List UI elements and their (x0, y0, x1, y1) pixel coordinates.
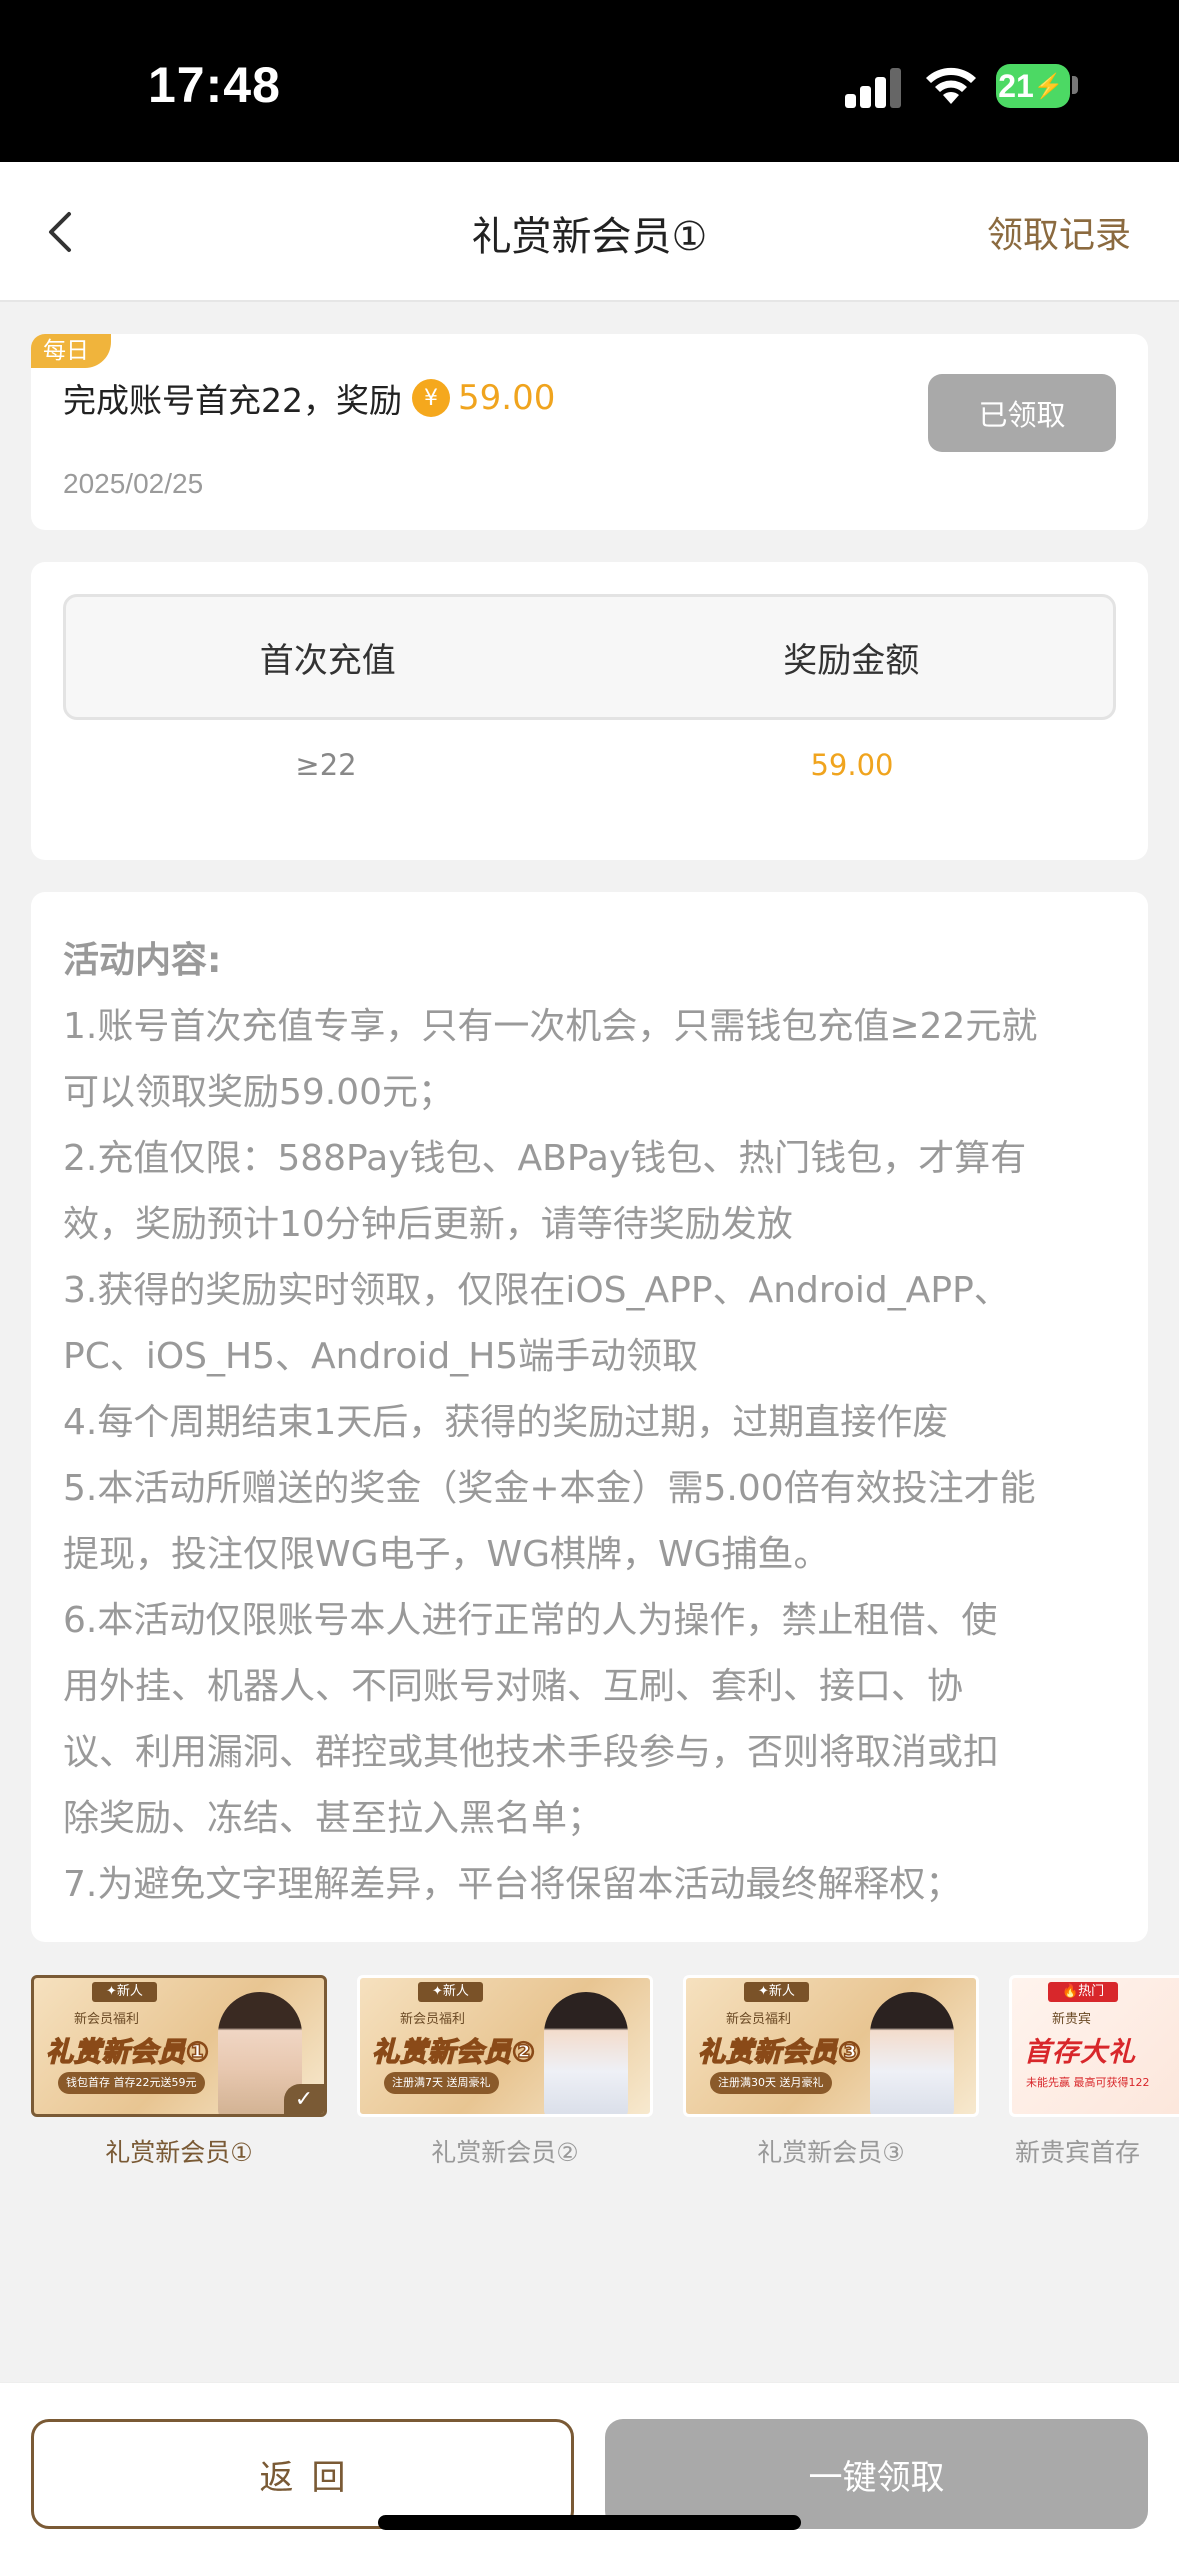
header-reward-amount: 奖励金额 (783, 640, 920, 681)
home-indicator (378, 2515, 801, 2530)
activity-banner[interactable]: 🔥热门 新贵宾 首存大礼 未能先赢 最高可获得122 (1009, 1975, 1179, 2117)
activity-item-2[interactable]: ✦新人 新会员福利 礼赏新会员② 注册满7天 送周豪礼 礼赏新会员② (357, 1975, 653, 2169)
status-bar: 17:48 21 ⚡ (0, 0, 1179, 162)
rule-line: 用外挂、机器人、不同账号对赌、互刷、套利、接口、协 (63, 1666, 964, 1707)
claim-records-link[interactable]: 领取记录 (987, 206, 1131, 258)
rule-line: 效，奖励预计10分钟后更新，请等待奖励发放 (63, 1204, 793, 1245)
hot-badge: 🔥热门 (1048, 1982, 1119, 2002)
banner-subtitle: 新贵宾 (1052, 2012, 1092, 2027)
new-badge: ✦新人 (92, 1982, 157, 2002)
model-image (870, 1992, 954, 2114)
activity-label: 礼赏新会员③ (757, 2138, 905, 2167)
nav-bar: 礼赏新会员① 领取记录 (0, 162, 1179, 302)
header-first-deposit: 首次充值 (259, 640, 396, 681)
rule-line: 5.本活动所赠送的奖金（奖金+本金）需5.00倍有效投注才能 (63, 1468, 1036, 1509)
battery-cap (1072, 76, 1078, 94)
new-badge: ✦新人 (744, 1982, 809, 2002)
battery-level: 21 (998, 67, 1034, 104)
banner-note: 注册满30天 送月豪礼 (710, 2072, 832, 2094)
activity-label: 新贵宾首存 (1015, 2138, 1141, 2167)
activity-rules-card: 活动内容: 1.账号首次充值专享，只有一次机会，只需钱包充值≥22元就 可以领取… (31, 892, 1148, 1942)
rule-line: 可以领取奖励59.00元； (63, 1072, 455, 1113)
banner-subtitle: 新会员福利 (400, 2012, 466, 2027)
selected-check-icon: ✓ (284, 2084, 324, 2114)
battery-icon: 21 ⚡ (996, 64, 1070, 108)
cellular-signal-icon (845, 66, 903, 108)
task-description: 完成账号首充22，奖励 ¥ 59.00 (63, 374, 555, 422)
activity-carousel[interactable]: ✦新人 新会员福利 礼赏新会员① 钱包首存 首存22元送59元 ✓ 礼赏新会员①… (31, 1975, 1179, 2175)
wifi-icon (926, 67, 976, 104)
activity-item-1[interactable]: ✦新人 新会员福利 礼赏新会员① 钱包首存 首存22元送59元 ✓ 礼赏新会员① (31, 1975, 327, 2169)
task-card: 每日 完成账号首充22，奖励 ¥ 59.00 2025/02/25 已领取 (31, 334, 1148, 530)
rule-line: 1.账号首次充值专享，只有一次机会，只需钱包充值≥22元就 (63, 1006, 1038, 1047)
rule-line: 6.本活动仅限账号本人进行正常的人为操作，禁止租借、使 (63, 1600, 998, 1641)
return-button[interactable]: 返回 (31, 2419, 574, 2529)
rule-line: 3.获得的奖励实时领取，仅限在iOS_APP、Android_APP、 (63, 1270, 1010, 1311)
task-date: 2025/02/25 (63, 468, 204, 499)
activity-label: 礼赏新会员② (431, 2138, 579, 2167)
activity-item-4[interactable]: 🔥热门 新贵宾 首存大礼 未能先赢 最高可获得122 新贵宾首存 (1009, 1975, 1179, 2169)
rules-title: 活动内容: (63, 940, 222, 981)
daily-tag: 每日 (31, 334, 111, 368)
rule-line: 议、利用漏洞、群控或其他技术手段参与，否则将取消或扣 (63, 1732, 1000, 1773)
task-text: 完成账号首充22，奖励 (63, 381, 402, 420)
banner-subtitle: 新会员福利 (726, 2012, 792, 2027)
cell-reward-value: 59.00 (810, 748, 894, 782)
activity-item-3[interactable]: ✦新人 新会员福利 礼赏新会员③ 注册满30天 送月豪礼 礼赏新会员③ (683, 1975, 979, 2169)
rule-line: 除奖励、冻结、甚至拉入黑名单； (63, 1798, 604, 1839)
banner-title: 礼赏新会员③ (697, 2036, 862, 2069)
reward-table-card: 首次充值 奖励金额 ≥22 59.00 (31, 562, 1148, 860)
activity-banner[interactable]: ✦新人 新会员福利 礼赏新会员② 注册满7天 送周豪礼 (357, 1975, 653, 2117)
banner-subtitle: 新会员福利 (74, 2012, 140, 2027)
table-header: 首次充值 奖励金额 (63, 594, 1116, 720)
coin-icon: ¥ (412, 379, 450, 417)
model-image (544, 1992, 628, 2114)
activity-label: 礼赏新会员① (105, 2138, 253, 2167)
banner-note: 注册满7天 送周豪礼 (384, 2072, 499, 2094)
activity-banner[interactable]: ✦新人 新会员福利 礼赏新会员① 钱包首存 首存22元送59元 ✓ (31, 1975, 327, 2117)
claim-all-button[interactable]: 一键领取 (605, 2419, 1148, 2529)
claimed-button[interactable]: 已领取 (928, 374, 1116, 452)
rule-line: PC、iOS_H5、Android_H5端手动领取 (63, 1336, 699, 1377)
status-time: 17:48 (148, 57, 281, 113)
rule-line: 4.每个周期结束1天后，获得的奖励过期，过期直接作废 (63, 1402, 949, 1443)
rule-line: 提现，投注仅限WG电子，WG棋牌，WG捕鱼。 (63, 1534, 830, 1575)
new-badge: ✦新人 (418, 1982, 483, 2002)
banner-title: 首存大礼 (1024, 2037, 1136, 2068)
cell-deposit-threshold: ≥22 (295, 748, 357, 782)
reward-amount: 59.00 (458, 378, 556, 418)
banner-note: 未能先赢 最高可获得122 (1026, 2076, 1150, 2089)
banner-title: 礼赏新会员② (371, 2036, 536, 2069)
banner-note: 钱包首存 首存22元送59元 (58, 2072, 205, 2094)
rule-line: 7.为避免文字理解差异，平台将保留本活动最终解释权； (63, 1864, 962, 1905)
rule-line: 2.充值仅限：588Pay钱包、ABPay钱包、热门钱包，才算有 (63, 1138, 1027, 1179)
activity-banner[interactable]: ✦新人 新会员福利 礼赏新会员③ 注册满30天 送月豪礼 (683, 1975, 979, 2117)
banner-title: 礼赏新会员① (45, 2036, 210, 2069)
